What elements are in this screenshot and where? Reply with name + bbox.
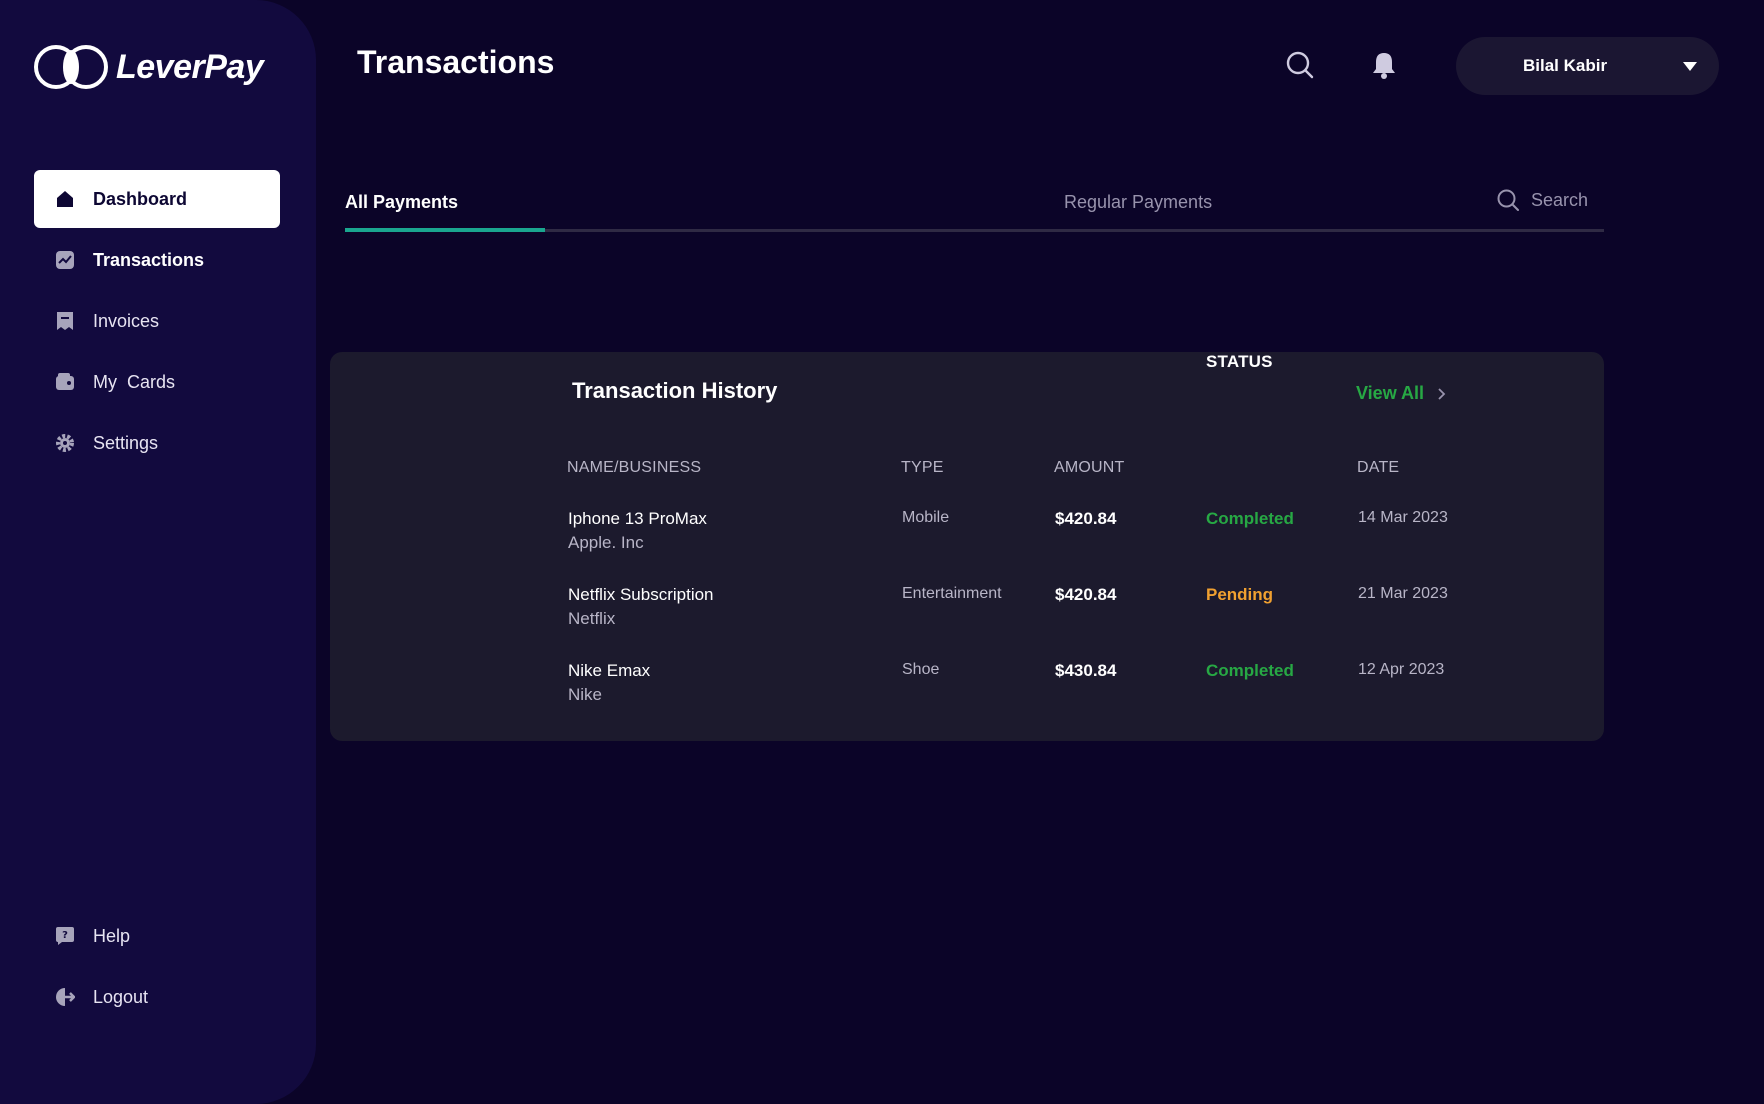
item-name: Nike Emax bbox=[568, 661, 651, 680]
sidebar-item-label: Dashboard bbox=[93, 188, 188, 209]
sidebar-bottom-nav: ? Help Logout bbox=[34, 907, 280, 1029]
sidebar-item-label: Logout bbox=[93, 986, 149, 1007]
svg-text:?: ? bbox=[62, 930, 68, 941]
business-name: Nike bbox=[568, 685, 603, 704]
page-title: Transactions bbox=[357, 44, 555, 80]
business-name: Apple. Inc bbox=[568, 533, 644, 552]
status-badge: Completed bbox=[1206, 509, 1294, 528]
sidebar-item-label: Settings bbox=[93, 432, 159, 453]
bell-icon bbox=[1373, 53, 1395, 79]
gear-icon bbox=[54, 432, 76, 454]
logo[interactable]: LeverPay bbox=[34, 44, 264, 90]
notifications-button[interactable] bbox=[1372, 51, 1398, 79]
sidebar-item-label: Invoices bbox=[93, 310, 160, 331]
amount: $430.84 bbox=[1055, 661, 1117, 680]
chevron-right-icon bbox=[1438, 387, 1446, 400]
sidebar-nav: Dashboard Transactions Invoices My Cards bbox=[34, 170, 280, 475]
view-all-label: View All bbox=[1356, 383, 1425, 403]
column-header-amount: AMOUNT bbox=[1054, 459, 1125, 476]
help-icon: ? bbox=[54, 925, 76, 947]
item-name: Iphone 13 ProMax bbox=[568, 509, 707, 528]
user-menu[interactable]: Bilal Kabir bbox=[1456, 37, 1719, 95]
date: 12 Apr 2023 bbox=[1358, 661, 1445, 678]
type: Entertainment bbox=[902, 585, 1002, 602]
search-label: Search bbox=[1531, 189, 1589, 210]
card-title: Transaction History bbox=[572, 378, 778, 403]
table-row[interactable]: Netflix Subscription Netflix Entertainme… bbox=[330, 585, 1604, 655]
caret-down-icon bbox=[1683, 62, 1697, 71]
view-all-link[interactable]: View All bbox=[1356, 383, 1446, 404]
tab-all-payments[interactable]: All Payments bbox=[345, 192, 458, 213]
transaction-history-card: Transaction History View All NAME/BUSINE… bbox=[330, 352, 1604, 741]
sidebar: LeverPay Dashboard Transactions Invoices bbox=[0, 0, 316, 1104]
type: Shoe bbox=[902, 661, 940, 678]
app-root: LeverPay Dashboard Transactions Invoices bbox=[0, 0, 1764, 1104]
logo-mark-icon bbox=[34, 45, 108, 89]
tab-regular-payments[interactable]: Regular Payments bbox=[1064, 192, 1212, 213]
sidebar-item-label: Help bbox=[93, 925, 131, 946]
user-name: Bilal Kabir bbox=[1523, 56, 1608, 75]
sidebar-item-help[interactable]: ? Help bbox=[34, 907, 280, 965]
sidebar-item-logout[interactable]: Logout bbox=[34, 968, 280, 1026]
date: 21 Mar 2023 bbox=[1358, 585, 1448, 602]
sidebar-item-my-cards[interactable]: My Cards bbox=[34, 353, 280, 411]
wallet-icon bbox=[54, 371, 76, 393]
column-header-type: TYPE bbox=[901, 459, 944, 476]
chart-icon bbox=[54, 249, 76, 271]
sidebar-item-dashboard[interactable]: Dashboard bbox=[34, 170, 280, 228]
sidebar-item-label: Transactions bbox=[93, 249, 205, 270]
payment-tabs: All Payments Regular Payments Search bbox=[345, 180, 1604, 232]
home-icon bbox=[54, 188, 76, 210]
item-name: Netflix Subscription bbox=[568, 585, 714, 604]
column-header-status: STATUS bbox=[1206, 352, 1273, 371]
tab-search[interactable]: Search bbox=[1497, 189, 1588, 211]
logout-icon bbox=[54, 986, 76, 1008]
search-icon bbox=[1286, 51, 1314, 79]
amount: $420.84 bbox=[1055, 509, 1117, 528]
column-header-name: NAME/BUSINESS bbox=[567, 459, 702, 476]
status-badge: Completed bbox=[1206, 661, 1294, 680]
header-search-button[interactable] bbox=[1286, 51, 1314, 79]
table-row[interactable]: Nike Emax Nike Shoe $430.84 Completed 12… bbox=[330, 661, 1604, 731]
sidebar-item-transactions[interactable]: Transactions bbox=[34, 231, 280, 289]
type: Mobile bbox=[902, 509, 950, 526]
business-name: Netflix bbox=[568, 609, 616, 628]
sidebar-item-invoices[interactable]: Invoices bbox=[34, 292, 280, 350]
sidebar-item-settings[interactable]: Settings bbox=[34, 414, 280, 472]
invoice-icon bbox=[54, 310, 76, 332]
search-icon bbox=[1497, 189, 1519, 211]
column-header-date: DATE bbox=[1357, 459, 1400, 476]
logo-text: LeverPay bbox=[116, 47, 264, 86]
status-badge: Pending bbox=[1206, 585, 1274, 604]
amount: $420.84 bbox=[1055, 585, 1117, 604]
sidebar-item-label: My Cards bbox=[93, 371, 176, 392]
active-tab-indicator bbox=[345, 228, 545, 232]
table-row[interactable]: Iphone 13 ProMax Apple. Inc Mobile $420.… bbox=[330, 509, 1604, 579]
date: 14 Mar 2023 bbox=[1358, 509, 1448, 526]
